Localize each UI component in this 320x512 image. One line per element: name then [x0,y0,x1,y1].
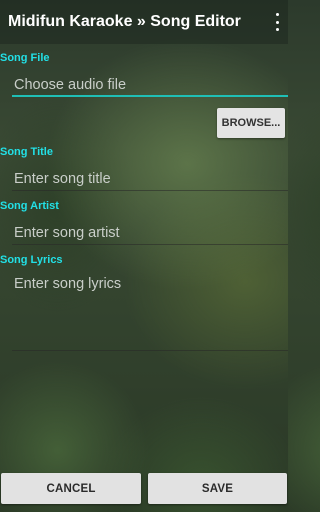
song-file-input[interactable] [14,74,288,96]
song-title-input[interactable] [14,168,288,190]
more-vert-icon[interactable] [274,13,280,31]
song-title-label: Song Title [0,146,53,158]
song-file-label: Song File [0,52,50,64]
song-artist-underline [12,244,288,245]
browse-button[interactable]: BROWSE... [217,108,285,138]
song-lyrics-label: Song Lyrics [0,254,63,266]
save-button[interactable]: SAVE [148,473,287,504]
song-artist-input[interactable] [14,222,288,244]
cancel-button[interactable]: CANCEL [1,473,141,504]
song-artist-label: Song Artist [0,200,59,212]
action-bar: Midifun Karaoke » Song Editor [0,0,288,44]
song-lyrics-input[interactable] [14,276,288,300]
app-title: Midifun Karaoke » Song Editor [8,13,241,30]
song-file-underline [12,95,288,97]
song-lyrics-underline [12,350,288,351]
song-title-underline [12,190,288,191]
